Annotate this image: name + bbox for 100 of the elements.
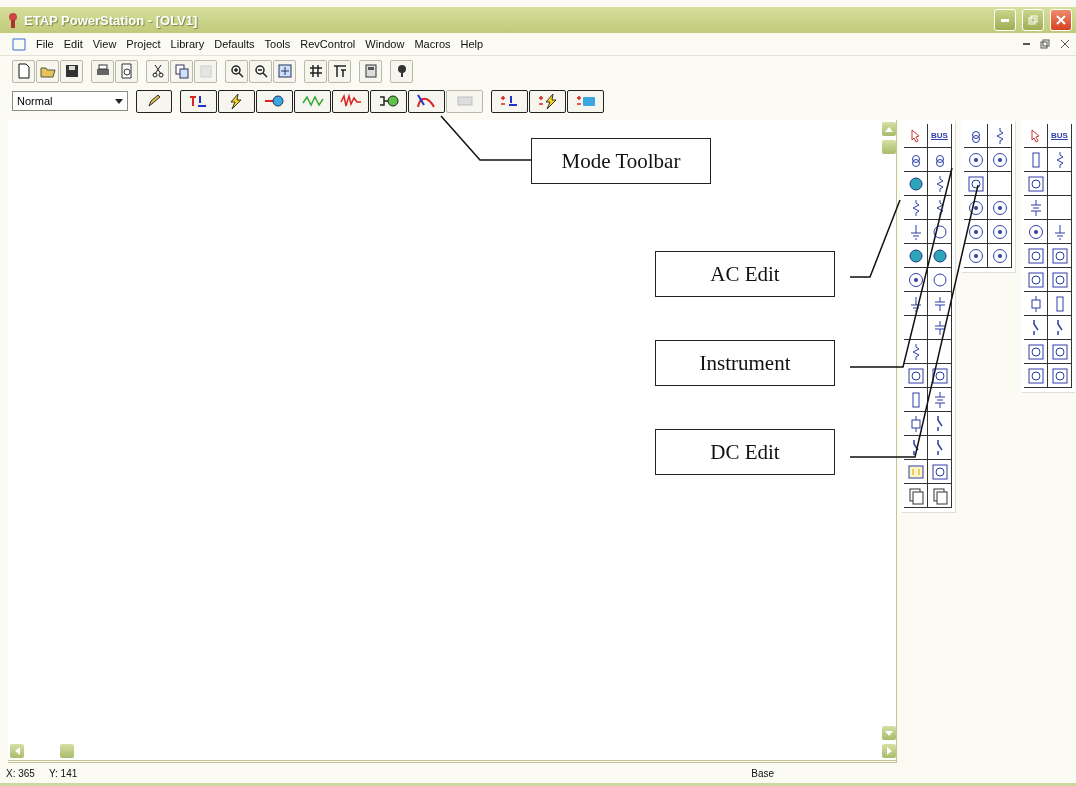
toolbar-button[interactable] [304,59,327,83]
transient-wave-icon [339,93,362,109]
boxed-symbol-icon [1026,342,1045,361]
menu-item[interactable]: RevControl [300,38,356,50]
boxed-symbol-icon [1050,246,1069,265]
mode-button[interactable] [294,89,331,113]
meter-icon [966,222,985,241]
zoom-in-icon [228,63,245,79]
motor-icon [930,246,949,265]
panel-icon [906,462,925,481]
minimize-icon [1023,43,1030,45]
circle-icon [930,222,949,241]
print-preview-icon [118,63,135,79]
scroll-thumb[interactable] [882,140,896,154]
boxed-symbol-icon [1026,174,1045,193]
study-mode-button[interactable] [567,89,604,113]
callout-label: Instrument [655,340,835,386]
sort-icon [331,63,348,79]
switch-icon [936,439,943,456]
switch-icon [912,439,919,456]
boxed-symbol-icon [930,462,949,481]
boxed-symbol-icon [1050,366,1069,385]
mode-dropdown[interactable]: Normal [12,91,128,111]
y-coordinate: Y: 141 [48,767,78,779]
boxed-symbol-icon [930,366,949,385]
close-button[interactable] [1050,9,1072,31]
switch-icon [1032,319,1039,336]
toolbar-button[interactable] [390,59,413,83]
toolbar-button[interactable] [60,59,83,83]
callout-label: Mode Toolbar [531,138,711,184]
switch-icon [936,415,943,432]
zigzag-icon [1055,150,1064,169]
mode-button[interactable] [408,89,445,113]
left-arrow-icon [14,747,20,755]
meter-icon [906,270,925,289]
boxed-symbol-icon [906,366,925,385]
mode-status: Base [751,767,775,779]
meter-icon [990,246,1009,265]
dc-short-circuit-icon [536,93,559,109]
document-icon [12,37,26,51]
sheet-icon [906,486,925,505]
menu-item[interactable]: Macros [414,38,451,50]
meter-icon [966,150,985,169]
menu-item[interactable]: Help [460,38,484,50]
down-arrow-icon [885,730,893,736]
mode-button[interactable] [370,89,407,113]
sheet-icon [930,486,949,505]
menu-item[interactable]: Project [126,38,161,50]
minimize-icon [1001,18,1009,22]
meter-icon [990,150,1009,169]
mode-button[interactable] [218,89,255,113]
mode-button[interactable] [256,89,293,113]
toolbar-button[interactable] [225,59,248,83]
scissors-icon [149,63,166,79]
mode-button[interactable] [332,89,369,113]
meter-icon [990,198,1009,217]
dropdown-caret-icon [115,98,123,104]
toolbar-button[interactable] [328,59,351,83]
motor-icon [906,246,925,265]
study-mode-button[interactable] [529,89,566,113]
menu-item[interactable]: Library [170,38,205,50]
up-arrow-icon [885,126,893,132]
battery-icon [574,93,597,109]
toolbar-button[interactable] [146,59,169,83]
edit-mode-button[interactable] [136,89,172,113]
zoom-out-icon [252,63,269,79]
callout-label: AC Edit [655,251,835,297]
circle-icon [930,270,949,289]
boxed-symbol-icon [1050,270,1069,289]
meter-icon [966,246,985,265]
callout-label: DC Edit [655,429,835,475]
menu-item[interactable]: Window [365,38,405,50]
menu-item[interactable]: Defaults [214,38,255,50]
zigzag-icon [935,198,944,217]
switch-icon [1056,319,1063,336]
menu-item[interactable]: View [92,38,117,50]
zigzag-icon [911,342,920,361]
study-mode-button[interactable] [491,89,528,113]
motor-icon [906,174,925,193]
window-title: ETAP PowerStation - [OLV1] [24,12,199,28]
new-file-icon [15,63,32,79]
menu-item[interactable]: File [36,38,54,50]
x-coordinate: X: 365 [6,767,35,779]
menu-item[interactable]: Tools [264,38,291,50]
scroll-thumb[interactable] [60,744,74,758]
restore-icon [1028,15,1038,25]
grid-icon [307,63,324,79]
harmonic-wave-icon [301,93,324,109]
boxed-symbol-icon [966,174,985,193]
edit-pencil-icon [146,93,162,109]
toolbar-button[interactable] [359,59,382,83]
app-logo-icon [8,12,18,28]
zigzag-icon [995,126,1004,145]
bus-tool[interactable]: BUS [931,131,948,140]
menu-item[interactable]: Edit [63,38,83,50]
bus-tool[interactable]: BUS [1051,131,1068,140]
toolbar-button[interactable] [249,59,272,83]
mode-button[interactable] [180,89,217,113]
reliability-icon [377,93,400,109]
close-icon [1056,15,1066,25]
